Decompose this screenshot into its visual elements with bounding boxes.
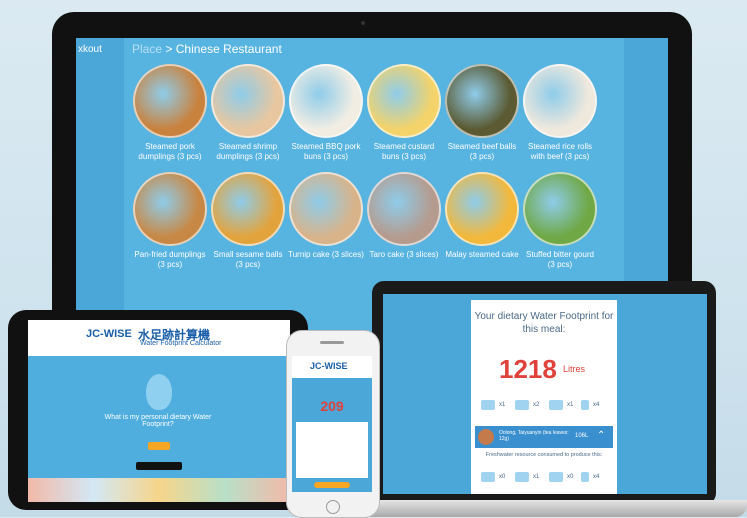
- multiplier: x1: [533, 474, 540, 480]
- food-label: Turnip cake (3 slices): [288, 250, 364, 259]
- laptop-base: [346, 500, 747, 517]
- sidebar: xkout: [76, 38, 124, 338]
- laptop-screen: Your dietary Water Footprint for this me…: [383, 294, 707, 494]
- tablet-subtitle: Water Footprint Calculator: [140, 340, 222, 347]
- food-item[interactable]: Small sesame balls (3 pcs): [210, 172, 286, 270]
- phone-logo: JC-WISE: [310, 361, 348, 371]
- result-title: Your dietary Water Footprint for this me…: [474, 311, 614, 335]
- food-item[interactable]: Taro cake (3 slices): [366, 172, 442, 260]
- sidebar-label[interactable]: xkout: [78, 44, 102, 55]
- food-image: [523, 172, 597, 246]
- food-item[interactable]: Steamed beef balls (3 pcs): [444, 64, 520, 162]
- start-button[interactable]: [148, 442, 170, 450]
- multiplier: x0: [499, 474, 506, 480]
- speaker-icon: [320, 341, 344, 344]
- food-image: [289, 172, 363, 246]
- home-button[interactable]: [326, 500, 340, 514]
- food-item[interactable]: Pan-fried dumplings (3 pcs): [132, 172, 208, 270]
- water-footprint-number: 1218: [499, 354, 557, 384]
- food-label: Steamed custard buns (3 pcs): [373, 142, 435, 161]
- app-store-badges[interactable]: [136, 462, 182, 470]
- food-image: [211, 172, 285, 246]
- multiplier: x1: [567, 402, 574, 408]
- breadcrumb-separator: >: [165, 42, 173, 56]
- food-item[interactable]: Steamed custard buns (3 pcs): [366, 64, 442, 162]
- food-label: Steamed beef balls (3 pcs): [447, 142, 517, 161]
- breadcrumb-root[interactable]: Place: [132, 42, 162, 56]
- food-label: Steamed pork dumplings (3 pcs): [138, 142, 202, 161]
- bowl-icon: [515, 400, 529, 410]
- plate-icon: [549, 472, 563, 482]
- food-image: [289, 64, 363, 138]
- food-label: Small sesame balls (3 pcs): [213, 250, 283, 269]
- phone-action-button[interactable]: [314, 482, 350, 488]
- food-label: Steamed rice rolls with beef (3 pcs): [527, 142, 593, 161]
- food-item[interactable]: Steamed pork dumplings (3 pcs): [132, 64, 208, 162]
- food-item[interactable]: Stuffed bitter gourd (3 pcs): [522, 172, 598, 270]
- food-image: [367, 64, 441, 138]
- food-image: [367, 172, 441, 246]
- tea-icon: [478, 429, 494, 445]
- cup-icon: [481, 472, 495, 482]
- food-label: Stuffed bitter gourd (3 pcs): [526, 250, 594, 269]
- meal-item[interactable]: Oolong, Taiyuanyin (tea leaves: 12g) 106…: [475, 426, 613, 448]
- food-image: [133, 172, 207, 246]
- food-label: Malay steamed cake: [445, 250, 519, 259]
- water-footprint-unit: Litres: [563, 364, 586, 374]
- multiplier: x2: [533, 402, 540, 408]
- multiplier: x4: [593, 402, 600, 408]
- food-label: Taro cake (3 slices): [369, 250, 439, 259]
- tablet-logo: JC-WISE: [86, 328, 132, 340]
- food-item[interactable]: Steamed shrimp dumplings (3 pcs): [210, 64, 286, 162]
- meal-value: 106L: [575, 433, 589, 439]
- meal-name: Oolong, Taiyuanyin (tea leaves: 12g): [499, 430, 569, 442]
- phone-water-footprint-number: 209: [320, 398, 344, 414]
- phone-meal-list: [296, 422, 368, 478]
- food-image: [133, 64, 207, 138]
- bottle-icon: [581, 472, 589, 482]
- bottle-icon: [581, 400, 589, 410]
- chevron-up-icon[interactable]: ⌃: [597, 430, 605, 441]
- result-card: Your dietary Water Footprint for this me…: [471, 300, 617, 494]
- food-item[interactable]: Turnip cake (3 slices): [288, 172, 364, 260]
- tablet-screen: JC-WISE 水足跡計算機 Water Footprint Calculato…: [28, 320, 290, 502]
- footprint-icon: [146, 374, 172, 410]
- multiplier: x1: [499, 402, 506, 408]
- webcam-icon: [361, 21, 365, 25]
- food-image: [445, 172, 519, 246]
- tablet-header: JC-WISE 水足跡計算機 Water Footprint Calculato…: [28, 320, 290, 356]
- bowl-icon: [515, 472, 529, 482]
- breadcrumb-current: Chinese Restaurant: [175, 42, 282, 56]
- food-label: Steamed BBQ pork buns (3 pcs): [291, 142, 361, 161]
- city-illustration: [28, 478, 290, 502]
- food-label: Steamed shrimp dumplings (3 pcs): [216, 142, 280, 161]
- plate-icon: [549, 400, 563, 410]
- phone-header: JC-WISE: [292, 356, 372, 378]
- phone-screen: JC-WISE 209: [292, 356, 372, 492]
- food-label: Pan-fried dumplings (3 pcs): [134, 250, 206, 269]
- tablet-question: What is my personal dietary Water Footpr…: [104, 414, 212, 428]
- food-item[interactable]: Steamed BBQ pork buns (3 pcs): [288, 64, 364, 162]
- cup-icon: [481, 400, 495, 410]
- freshwater-text: Freshwater resource consumed to produce …: [485, 452, 603, 458]
- food-image: [523, 64, 597, 138]
- food-image: [445, 64, 519, 138]
- food-item[interactable]: Steamed rice rolls with beef (3 pcs): [522, 64, 598, 162]
- food-image: [211, 64, 285, 138]
- food-item[interactable]: Malay steamed cake: [444, 172, 520, 260]
- multiplier: x4: [593, 474, 600, 480]
- multiplier: x0: [567, 474, 574, 480]
- breadcrumb: Place > Chinese Restaurant: [132, 42, 282, 56]
